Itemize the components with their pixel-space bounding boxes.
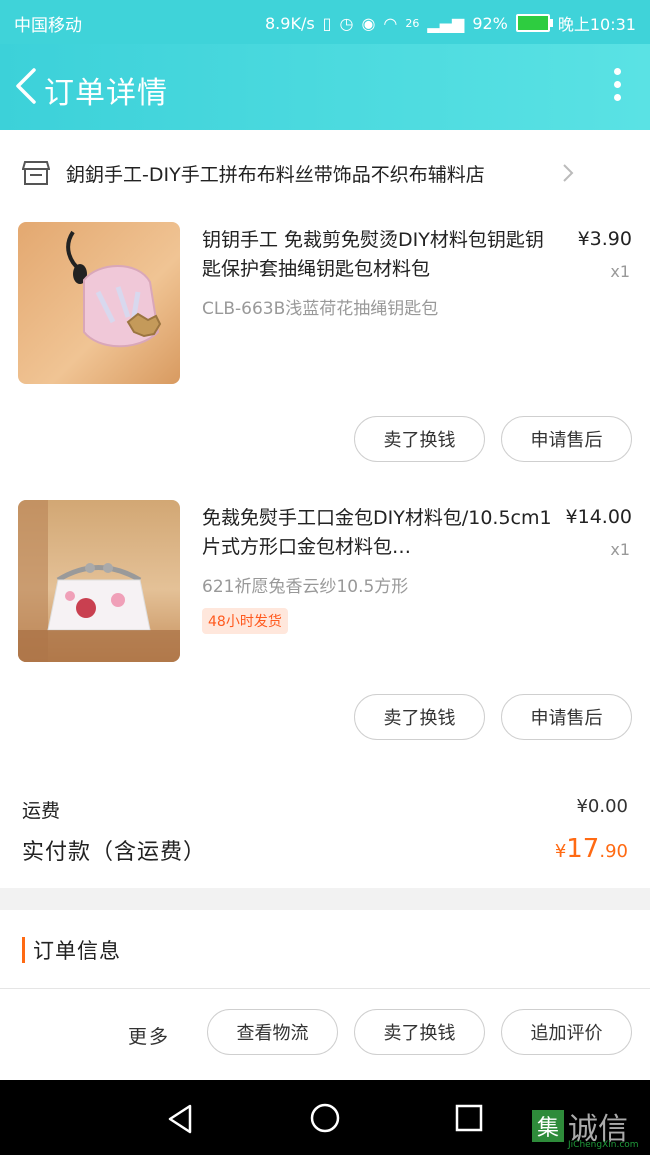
status-icons: 8.9K/s ▯ ◷ ◉ ◠ 26 ▂▄▆ 92% 晚上10:31 bbox=[265, 11, 636, 35]
eye-icon: ◉ bbox=[361, 13, 376, 33]
product-quantity: x1 bbox=[610, 262, 630, 281]
clock: 晚上10:31 bbox=[557, 15, 636, 34]
product-price: ¥3.90 bbox=[577, 228, 632, 250]
watermark-glyph: 集 bbox=[532, 1110, 564, 1142]
section-separator bbox=[0, 888, 650, 910]
total-decimal: .90 bbox=[599, 841, 628, 862]
divider bbox=[0, 988, 650, 989]
shipping-row: 运费 ¥0.00 bbox=[22, 796, 628, 826]
total-integer: 17 bbox=[566, 834, 600, 864]
product-name[interactable]: 钥钥手工 免裁剪免熨烫DIY材料包钥匙钥匙保护套抽绳钥匙包材料包 bbox=[202, 226, 554, 284]
shipping-value: ¥0.00 bbox=[576, 796, 628, 817]
after-sales-button[interactable]: 申请售后 bbox=[501, 416, 632, 462]
back-arrow-icon[interactable] bbox=[12, 66, 40, 106]
after-sales-button[interactable]: 申请售后 bbox=[501, 694, 632, 740]
store-row[interactable]: 鈅鈅手工-DIY手工拼布布料丝带饰品不织布辅料店 bbox=[0, 140, 650, 206]
resell-button[interactable]: 卖了换钱 bbox=[354, 694, 485, 740]
add-review-button[interactable]: 追加评价 bbox=[501, 1009, 632, 1055]
chevron-right-icon bbox=[563, 164, 574, 182]
view-logistics-button[interactable]: 查看物流 bbox=[207, 1009, 338, 1055]
product-thumbnail[interactable] bbox=[18, 222, 180, 384]
order-info-title: 订单信息 bbox=[33, 939, 121, 963]
total-value: ¥17.90 bbox=[555, 834, 628, 864]
vibrate-icon: ▯ bbox=[322, 13, 332, 33]
total-currency: ¥ bbox=[554, 841, 567, 862]
order-item[interactable]: 免裁免熨手工口金包DIY材料包/10.5cm1片式方形口金包材料包… ¥14.0… bbox=[0, 500, 650, 750]
product-sku: CLB-663B浅蓝荷花抽绳钥匙包 bbox=[202, 299, 439, 319]
store-icon bbox=[22, 161, 50, 185]
more-options-icon[interactable] bbox=[614, 68, 622, 104]
total-label: 实付款（含运费） bbox=[22, 840, 207, 865]
product-sku: 621祈愿兔香云纱10.5方形 bbox=[202, 577, 409, 597]
nav-recents-icon[interactable] bbox=[455, 1104, 483, 1132]
carrier-label: 中国移动 bbox=[14, 16, 82, 36]
keychain-pouch-image bbox=[66, 230, 162, 348]
product-thumbnail[interactable] bbox=[18, 500, 180, 662]
section-marker bbox=[22, 937, 25, 963]
battery-icon bbox=[515, 14, 553, 32]
page-title: 订单详情 bbox=[44, 76, 168, 111]
order-item[interactable]: 钥钥手工 免裁剪免熨烫DIY材料包钥匙钥匙保护套抽绳钥匙包材料包 ¥3.90 x… bbox=[0, 222, 650, 472]
network-speed: 8.9K/s bbox=[265, 13, 315, 33]
status-bar: 中国移动 8.9K/s ▯ ◷ ◉ ◠ 26 ▂▄▆ 92% 晚上10:31 bbox=[0, 0, 650, 44]
shipping-tag: 48小时发货 bbox=[202, 608, 288, 634]
resell-button[interactable]: 卖了换钱 bbox=[354, 1009, 485, 1055]
product-quantity: x1 bbox=[610, 540, 630, 559]
more-link[interactable]: 更多 bbox=[128, 1022, 170, 1049]
order-info-header: 订单信息 bbox=[22, 930, 121, 970]
resell-button[interactable]: 卖了换钱 bbox=[354, 416, 485, 462]
network-type: 26 bbox=[405, 16, 420, 30]
nav-back-icon[interactable] bbox=[166, 1104, 194, 1134]
product-name[interactable]: 免裁免熨手工口金包DIY材料包/10.5cm1片式方形口金包材料包… bbox=[202, 504, 554, 562]
battery-percent: 92% bbox=[472, 13, 508, 33]
signal-icon: ▂▄▆ bbox=[427, 13, 465, 33]
shipping-label: 运费 bbox=[22, 800, 61, 822]
coin-purse-image bbox=[18, 500, 180, 662]
alarm-icon: ◷ bbox=[339, 13, 354, 33]
app-header: 订单详情 bbox=[0, 44, 650, 130]
product-price: ¥14.00 bbox=[565, 506, 632, 528]
nav-home-icon[interactable] bbox=[309, 1102, 341, 1134]
store-name: 鈅鈅手工-DIY手工拼布布料丝带饰品不织布辅料店 bbox=[66, 164, 485, 186]
wifi-icon: ◠ bbox=[383, 13, 398, 33]
watermark-domain: JiChengXin.com bbox=[568, 1140, 639, 1150]
total-row: 实付款（含运费） ¥17.90 bbox=[22, 834, 628, 870]
